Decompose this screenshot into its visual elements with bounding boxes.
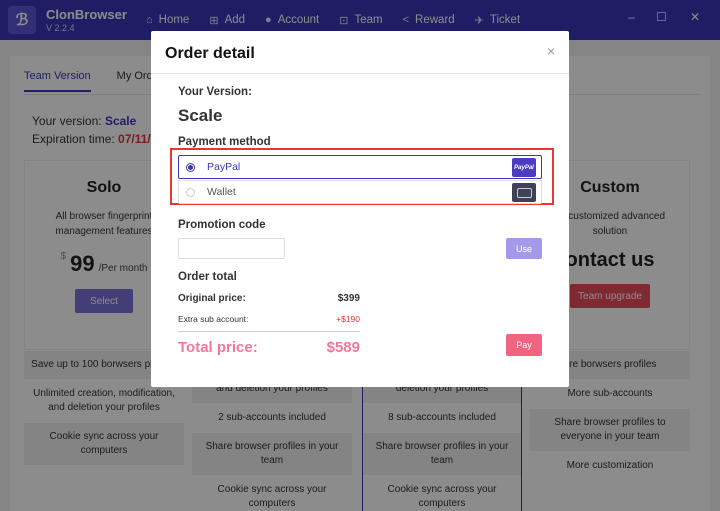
payment-option-wallet[interactable]: Wallet [178, 180, 542, 204]
your-version-value: Scale [178, 106, 223, 125]
order-total-label: Order total [178, 271, 237, 283]
pay-button[interactable]: Pay [506, 334, 542, 356]
payment-method-label: Payment method [178, 136, 271, 148]
total-price-row: Total price: $589 [178, 339, 360, 356]
close-icon[interactable]: × [547, 43, 555, 59]
order-detail-modal: Order detail × Your Version: Scale Payme… [151, 31, 569, 387]
payment-option-label: Wallet [207, 186, 236, 198]
wallet-icon [512, 183, 536, 202]
modal-divider [151, 73, 569, 74]
radio-icon[interactable] [186, 187, 195, 197]
promotion-code-label: Promotion code [178, 219, 266, 231]
original-price-row: Original price: $399 [178, 293, 360, 304]
paypal-icon: PayPal [512, 158, 536, 177]
original-price-label: Original price: [178, 293, 246, 304]
promotion-code-input[interactable] [178, 238, 285, 259]
total-price-label: Total price: [178, 339, 258, 356]
payment-option-paypal[interactable]: PayPal PayPal [178, 155, 542, 179]
payment-option-label: PayPal [207, 161, 241, 173]
extra-sub-account-label: Extra sub account: [178, 314, 249, 324]
total-price-value: $589 [326, 339, 360, 356]
original-price-value: $399 [337, 293, 360, 304]
modal-title: Order detail [165, 45, 255, 62]
total-divider [178, 331, 360, 332]
radio-selected-icon[interactable] [186, 162, 195, 172]
use-button[interactable]: Use [506, 238, 542, 259]
extra-sub-account-value: +$190 [336, 314, 360, 324]
your-version-label: Your Version: [178, 86, 252, 98]
extra-sub-account-row: Extra sub account: +$190 [178, 314, 360, 324]
